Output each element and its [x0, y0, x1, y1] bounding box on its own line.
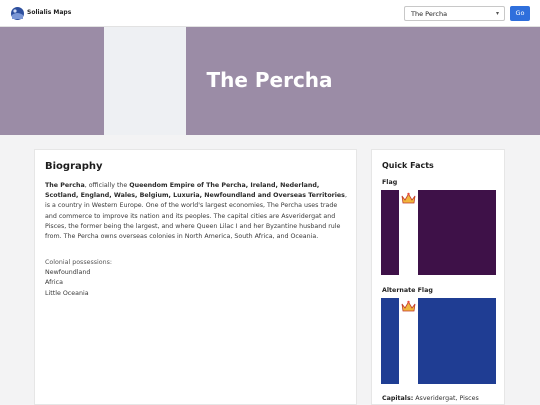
colony-item: Africa [45, 279, 63, 287]
country-select-value: The Percha [411, 10, 448, 18]
colony-item: Little Oceania [45, 289, 89, 297]
brand-name[interactable]: Solialis Maps [27, 9, 71, 16]
country-select[interactable]: The Percha ▾ [404, 6, 505, 21]
globe-logo-icon[interactable] [10, 6, 25, 21]
colonial-possessions-label: Colonial possessions: [45, 259, 113, 266]
colony-item: Newfoundland [45, 269, 91, 277]
biography-text-part-2: , is a country in Western Europe. One of… [45, 192, 347, 241]
alternate-flag-label: Alternate Flag [382, 287, 433, 294]
capitals-value: Asveridergat, Pisces [413, 395, 479, 402]
biography-card: Biography The Percha, officially the Que… [34, 149, 357, 405]
capitals-label: Capitals: [382, 395, 414, 402]
page-title: The Percha [206, 68, 333, 92]
flag-image [381, 190, 496, 275]
crown-icon [401, 192, 416, 204]
capitals-row: Capitals: Asveridergat, Pisces [382, 395, 479, 402]
flag-label: Flag [382, 179, 398, 186]
alternate-flag-image [381, 298, 496, 384]
colonial-possessions: Colonial possessions: Newfoundland Afric… [45, 258, 112, 299]
hero-image-placeholder [104, 27, 186, 135]
chevron-down-icon: ▾ [495, 10, 499, 17]
biography-heading: Biography [45, 161, 103, 172]
biography-text: The Percha, officially the Queendom Empi… [45, 181, 350, 242]
top-navigation-bar: Solialis Maps The Percha ▾ Go [0, 0, 540, 27]
quick-facts-heading: Quick Facts [382, 161, 434, 170]
biography-text-part-1: , officially the [84, 182, 130, 189]
country-name-bold: The Percha [45, 182, 85, 189]
crown-icon [401, 300, 416, 312]
go-button[interactable]: Go [510, 6, 530, 21]
